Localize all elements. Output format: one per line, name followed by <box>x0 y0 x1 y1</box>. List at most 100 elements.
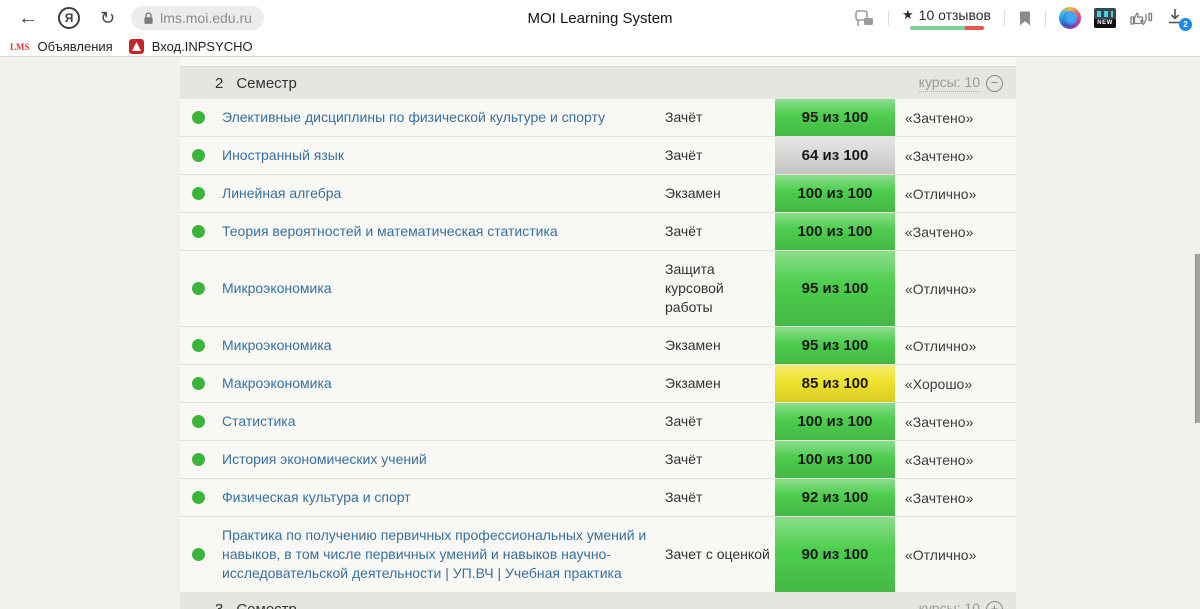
courses-count-label: курсы: 10 <box>919 600 980 609</box>
completed-status-icon <box>192 377 205 390</box>
grade-text: «Зачтено» <box>895 481 1016 515</box>
completed-status-icon <box>192 548 205 561</box>
course-link[interactable]: Статистика <box>222 403 665 440</box>
course-link[interactable]: Элективные дисциплины по физической куль… <box>222 99 665 136</box>
browser-toolbar: ← Я ↻ lms.moi.edu.ru MOI Learning System <box>0 0 1200 36</box>
bookmark-icon[interactable] <box>1018 10 1032 27</box>
course-link[interactable]: Практика по получению первичных професси… <box>222 517 665 592</box>
exam-type: Экзамен <box>665 327 775 364</box>
grade-text: «Хорошо» <box>895 367 1016 401</box>
site-reviews-widget[interactable]: ★ 10 отзывов <box>902 7 991 30</box>
inpsycho-favicon <box>129 39 144 54</box>
browser-chrome: ← Я ↻ lms.moi.edu.ru MOI Learning System <box>0 0 1200 57</box>
course-link[interactable]: Микроэкономика <box>222 270 665 307</box>
course-link[interactable]: Физическая культура и спорт <box>222 479 665 516</box>
course-link[interactable]: Макроэкономика <box>222 365 665 402</box>
semester-2-header: 2 Семестр курсы: 10 − <box>180 67 1016 99</box>
grade-text: «Отлично» <box>895 538 1016 572</box>
status-dot-cell <box>180 225 222 238</box>
exam-type: Зачёт <box>665 99 775 136</box>
course-row: Микроэкономика Экзамен 95 из 100 «Отличн… <box>180 327 1016 365</box>
grade-text: «Зачтено» <box>895 405 1016 439</box>
course-link[interactable]: Теория вероятностей и математическая ста… <box>222 213 665 250</box>
grades-table: 2 Семестр курсы: 10 − Элективные дисципл… <box>180 57 1016 609</box>
reviews-rating-bar <box>910 26 984 30</box>
bookmark-label: Вход.INPSYCHO <box>152 39 253 54</box>
extension-colorful-icon[interactable] <box>1059 7 1081 29</box>
score-badge: 100 из 100 <box>775 213 895 250</box>
new-badge: NEW <box>1094 19 1116 28</box>
exam-type: Экзамен <box>665 175 775 212</box>
url-text: lms.moi.edu.ru <box>160 10 252 26</box>
grade-text: «Зачтено» <box>895 215 1016 249</box>
semester-courses-toggle[interactable]: курсы: 10 − <box>919 74 1016 92</box>
courses-count-label: курсы: 10 <box>919 74 980 92</box>
flag-pin-icon[interactable] <box>854 9 875 28</box>
completed-status-icon <box>192 415 205 428</box>
status-dot-cell <box>180 149 222 162</box>
completed-status-icon <box>192 282 205 295</box>
grade-text: «Зачтено» <box>895 101 1016 135</box>
grade-text: «Отлично» <box>895 177 1016 211</box>
expand-icon[interactable]: + <box>986 601 1003 609</box>
completed-status-icon <box>192 111 205 124</box>
bookmark-item-inpsycho[interactable]: Вход.INPSYCHO <box>129 39 253 54</box>
exam-type: Защита курсовой работы <box>665 251 775 326</box>
course-link[interactable]: История экономических учений <box>222 441 665 478</box>
status-dot-cell <box>180 415 222 428</box>
completed-status-icon <box>192 339 205 352</box>
course-row: Элективные дисциплины по физической куль… <box>180 99 1016 137</box>
semester-number: 3 <box>180 601 223 609</box>
score-badge: 95 из 100 <box>775 99 895 136</box>
lock-icon <box>143 12 154 25</box>
toolbar-right-icons: ★ 10 отзывов NEW <box>854 7 1190 30</box>
course-row: Практика по получению первичных професси… <box>180 517 1016 593</box>
exam-type: Зачёт <box>665 441 775 478</box>
exam-type: Зачёт <box>665 479 775 516</box>
status-dot-cell <box>180 282 222 295</box>
grade-text: «Зачтено» <box>895 443 1016 477</box>
semester-number: 2 <box>180 75 223 92</box>
bookmarks-bar: LMS Объявления Вход.INPSYCHO <box>0 36 1200 57</box>
course-row: Линейная алгебра Экзамен 100 из 100 «Отл… <box>180 175 1016 213</box>
thumbs-feedback-icon[interactable] <box>1129 9 1153 27</box>
course-row: Макроэкономика Экзамен 85 из 100 «Хорошо… <box>180 365 1016 403</box>
collapse-icon[interactable]: − <box>986 75 1003 92</box>
extension-new-icon[interactable]: NEW <box>1094 8 1116 28</box>
scrollbar-thumb[interactable] <box>1195 254 1200 423</box>
semester-3-header: 3 Семестр курсы: 10 + <box>180 593 1016 609</box>
exam-type: Экзамен <box>665 365 775 402</box>
downloads-count-badge: 2 <box>1179 18 1192 31</box>
refresh-button[interactable]: ↻ <box>100 9 115 27</box>
course-link[interactable]: Микроэкономика <box>222 327 665 364</box>
score-badge: 95 из 100 <box>775 327 895 364</box>
course-row: Физическая культура и спорт Зачёт 92 из … <box>180 479 1016 517</box>
grade-text: «Отлично» <box>895 329 1016 363</box>
course-row: История экономических учений Зачёт 100 и… <box>180 441 1016 479</box>
yandex-logo-icon[interactable]: Я <box>58 7 80 29</box>
address-bar[interactable]: lms.moi.edu.ru <box>131 6 264 30</box>
course-row: Иностранный язык Зачёт 64 из 100 «Зачтен… <box>180 137 1016 175</box>
back-button[interactable]: ← <box>18 8 38 28</box>
score-badge: 92 из 100 <box>775 479 895 516</box>
course-link[interactable]: Иностранный язык <box>222 137 665 174</box>
reviews-count-label: 10 отзывов <box>919 7 991 23</box>
semester-courses-toggle[interactable]: курсы: 10 + <box>919 600 1016 609</box>
grade-text: «Отлично» <box>895 272 1016 306</box>
bookmark-item-announcements[interactable]: LMS Объявления <box>10 39 113 54</box>
score-badge: 100 из 100 <box>775 441 895 478</box>
semester-label: Семестр <box>236 75 297 92</box>
semester-label: Семестр <box>236 601 297 609</box>
status-dot-cell <box>180 339 222 352</box>
completed-status-icon <box>192 187 205 200</box>
lms-favicon: LMS <box>10 42 30 52</box>
previous-row-remnant <box>180 57 1016 67</box>
course-link[interactable]: Линейная алгебра <box>222 175 665 212</box>
exam-type: Зачет с оценкой <box>665 536 775 573</box>
lms-page: 2 Семестр курсы: 10 − Элективные дисципл… <box>0 57 1200 609</box>
downloads-icon[interactable]: 2 <box>1166 7 1188 29</box>
exam-type: Зачёт <box>665 213 775 250</box>
status-dot-cell <box>180 187 222 200</box>
score-badge: 100 из 100 <box>775 175 895 212</box>
status-dot-cell <box>180 377 222 390</box>
